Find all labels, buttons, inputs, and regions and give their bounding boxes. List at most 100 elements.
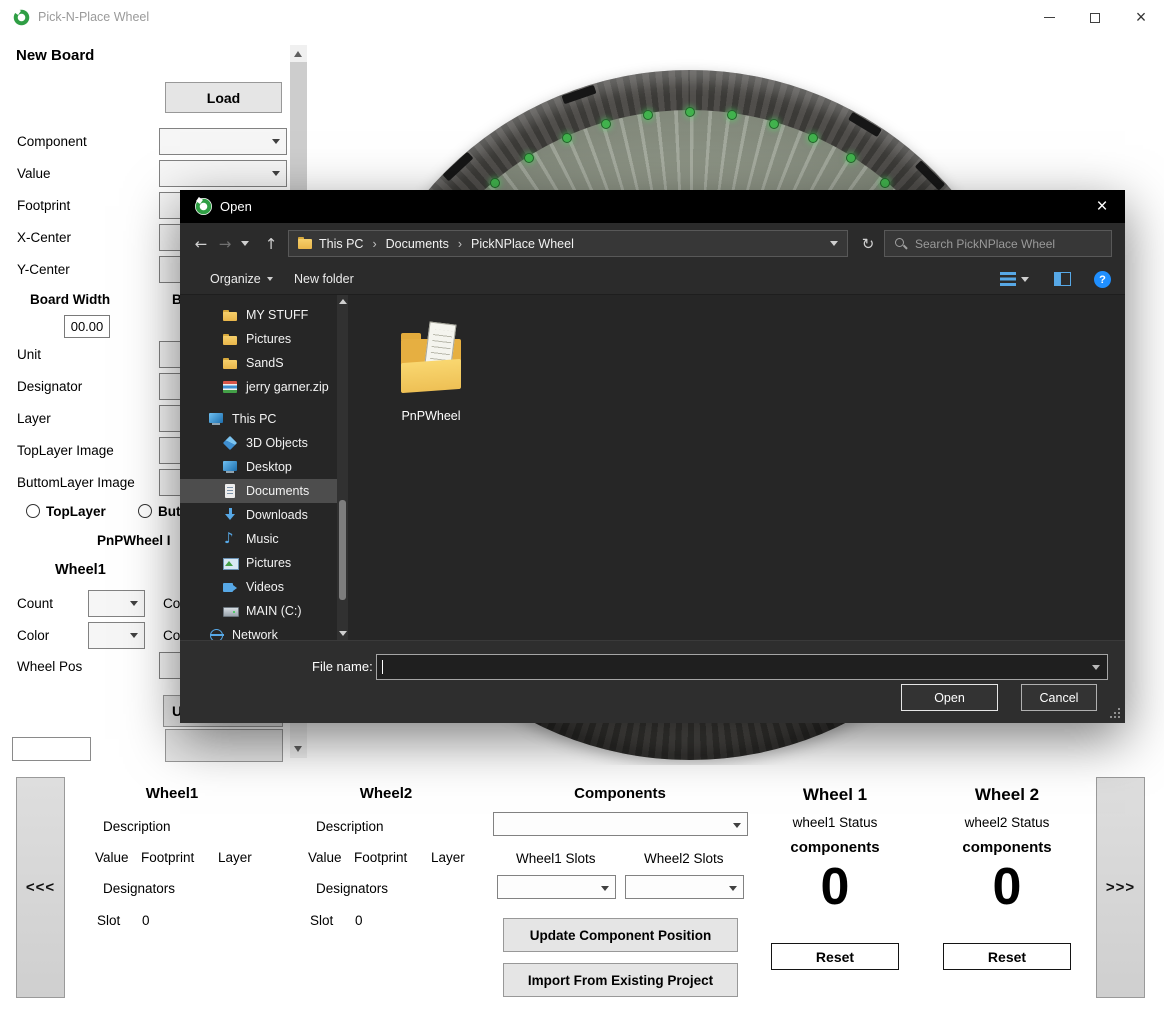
green-led-icon	[562, 133, 572, 143]
file-item-pnpwheel[interactable]: PnPWheel	[398, 317, 464, 423]
breadcrumb-picknplace-wheel[interactable]: PickNPlace Wheel	[471, 237, 574, 251]
update-component-position-button[interactable]: Update Component Position	[503, 918, 738, 952]
component-combobox[interactable]	[159, 128, 287, 155]
up-icon[interactable]: ↑	[258, 223, 284, 264]
value-label: Value	[17, 166, 51, 181]
minimize-button[interactable]	[1026, 0, 1072, 35]
green-led-icon	[685, 107, 695, 117]
sidebar-item-3d-objects[interactable]: 3D Objects	[180, 431, 348, 455]
breadcrumb-separator: ›	[372, 236, 377, 251]
preview-pane-icon[interactable]	[1054, 272, 1071, 286]
toplayer-radio[interactable]	[26, 504, 40, 518]
cancel-button[interactable]: Cancel	[1021, 684, 1097, 711]
new-folder-label: New folder	[294, 272, 354, 286]
sidebar-item-label: jerry garner.zip	[246, 380, 329, 394]
view-dropdown-icon[interactable]	[1021, 277, 1029, 282]
scroll-down-icon[interactable]	[294, 746, 302, 752]
scroll-up-icon[interactable]	[294, 51, 302, 57]
recent-locations-chevron-icon[interactable]	[238, 223, 252, 264]
folder-icon	[222, 331, 238, 347]
sidebar-item-my-stuff[interactable]: MY STUFF	[180, 303, 348, 327]
sidebar-item-music[interactable]: Music	[180, 527, 348, 551]
window-title: Pick-N-Place Wheel	[38, 10, 150, 24]
wheel2-footprint-col: Footprint	[354, 850, 408, 865]
scrollbar-thumb[interactable]	[339, 500, 346, 600]
sidebar-item-desktop[interactable]: Desktop	[180, 455, 348, 479]
board-width-input[interactable]	[64, 315, 110, 338]
partial-input-box[interactable]	[12, 737, 91, 761]
buttomlayer-radio[interactable]	[138, 504, 152, 518]
search-input[interactable]	[915, 236, 1102, 251]
scroll-up-icon[interactable]	[338, 299, 347, 304]
load-button[interactable]: Load	[165, 82, 282, 113]
address-bar[interactable]: This PC › Documents › PickNPlace Wheel	[288, 230, 848, 257]
sidebar-item-pictures-pc[interactable]: Pictures	[180, 551, 348, 575]
partial-button[interactable]	[165, 729, 283, 762]
import-from-existing-project-button[interactable]: Import From Existing Project	[503, 963, 738, 997]
next-button[interactable]: >>>	[1096, 777, 1145, 998]
refresh-icon[interactable]: ↻	[856, 223, 880, 264]
organize-label: Organize	[210, 272, 261, 286]
wheel2-designators-label: Designators	[316, 881, 389, 896]
chevron-down-icon	[130, 601, 138, 606]
chevron-down-icon[interactable]	[1092, 664, 1100, 670]
color-combobox[interactable]	[88, 622, 145, 649]
chevron-down-icon	[272, 139, 280, 144]
wheel2-slot-value: 0	[355, 913, 363, 928]
sidebar-item-downloads[interactable]: Downloads	[180, 503, 348, 527]
green-led-icon	[846, 153, 856, 163]
green-led-icon	[880, 178, 890, 188]
components-combobox[interactable]	[493, 812, 748, 836]
download-arrow-icon	[222, 507, 238, 523]
unit-label: Unit	[17, 347, 42, 362]
sidebar-item-this-pc[interactable]: This PC	[180, 407, 348, 431]
sidebar-item-pictures[interactable]: Pictures	[180, 327, 348, 351]
help-icon[interactable]: ?	[1094, 271, 1111, 288]
close-button[interactable]: ×	[1118, 0, 1164, 35]
new-folder-button[interactable]: New folder	[294, 264, 354, 294]
file-name-field[interactable]	[376, 654, 1108, 680]
back-icon[interactable]: ←	[188, 223, 214, 264]
sidebar-item-sands[interactable]: SandS	[180, 351, 348, 375]
sidebar-item-videos[interactable]: Videos	[180, 575, 348, 599]
wheel1-slots-combobox[interactable]	[497, 875, 616, 899]
organize-menu[interactable]: Organize	[210, 264, 273, 294]
wheel1-reset-button[interactable]: Reset	[771, 943, 899, 970]
open-button[interactable]: Open	[901, 684, 998, 711]
previous-button[interactable]: <<<	[16, 777, 65, 998]
wheel2-slots-combobox[interactable]	[625, 875, 744, 899]
sidebar-item-network[interactable]: Network	[180, 623, 348, 640]
breadcrumb-this-pc[interactable]: This PC	[319, 237, 363, 251]
sidebar-item-documents[interactable]: Documents	[180, 479, 348, 503]
document-icon	[222, 483, 238, 499]
wheel-status-panel: <<< >>> Wheel1 Description Value Footpri…	[0, 765, 1164, 1013]
sidebar-item-main-c[interactable]: MAIN (C:)	[180, 599, 348, 623]
file-name-input[interactable]	[383, 660, 1092, 674]
dialog-footer: File name: Open Cancel	[180, 640, 1125, 723]
chevron-down-icon	[729, 886, 737, 891]
folder-icon	[222, 307, 238, 323]
change-view-icon[interactable]	[1000, 272, 1016, 286]
hard-drive-icon	[222, 603, 239, 619]
dialog-close-button[interactable]: ×	[1079, 190, 1125, 223]
value-combobox[interactable]	[159, 160, 287, 187]
search-box[interactable]	[884, 230, 1112, 257]
sidebar-item-zip[interactable]: jerry garner.zip	[180, 375, 348, 399]
address-dropdown-icon[interactable]	[830, 241, 838, 246]
sidebar-scrollbar[interactable]	[337, 295, 348, 640]
count-combobox[interactable]	[88, 590, 145, 617]
resize-grip[interactable]	[1118, 716, 1120, 718]
chevron-down-icon	[601, 886, 609, 891]
chevron-down-icon	[241, 241, 249, 246]
maximize-button[interactable]	[1072, 0, 1118, 35]
wheel2-component-count: 0	[992, 858, 1022, 916]
scroll-down-icon[interactable]	[338, 631, 347, 636]
dialog-titlebar[interactable]: Open ×	[180, 190, 1125, 223]
breadcrumb-documents[interactable]: Documents	[386, 237, 449, 251]
wheel2-reset-button[interactable]: Reset	[943, 943, 1071, 970]
green-led-icon	[490, 178, 500, 188]
designator-label: Designator	[17, 379, 83, 394]
dialog-title: Open	[220, 199, 252, 214]
wheel2-status-text: wheel2 Status	[964, 815, 1050, 830]
forward-icon[interactable]: →	[214, 223, 236, 264]
